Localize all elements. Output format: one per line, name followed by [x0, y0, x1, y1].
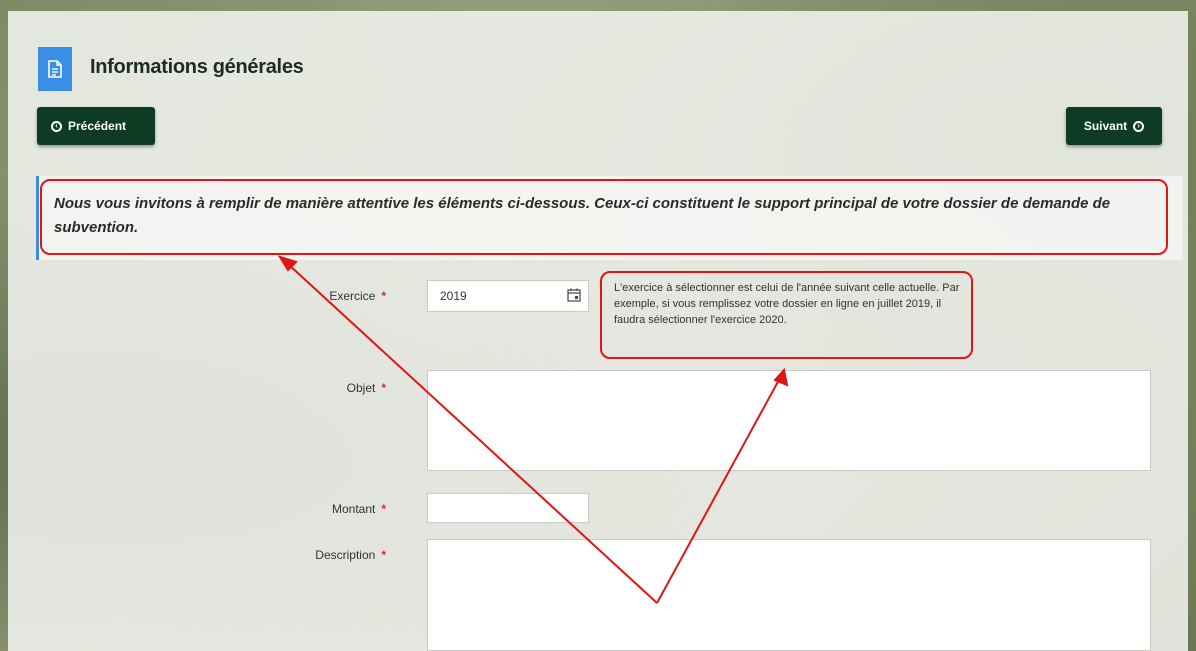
- next-button[interactable]: Suivant ›: [1066, 107, 1162, 145]
- description-textarea[interactable]: [427, 539, 1151, 651]
- objet-label: Objet *: [266, 381, 386, 395]
- previous-button-label: Précédent: [68, 119, 127, 133]
- objet-label-text: Objet: [346, 381, 376, 395]
- montant-input[interactable]: [427, 493, 589, 523]
- montant-label: Montant *: [266, 502, 386, 516]
- description-label-text: Description: [315, 548, 376, 562]
- required-marker: *: [381, 289, 386, 303]
- exercice-field[interactable]: 2019: [427, 280, 589, 312]
- objet-textarea[interactable]: [427, 370, 1151, 471]
- annotation-highlight-intro: [40, 179, 1168, 255]
- required-marker: *: [381, 502, 386, 516]
- arrow-circle-left-icon: ‹: [51, 120, 62, 132]
- arrow-circle-right-icon: ›: [1133, 120, 1145, 132]
- page-title: Informations générales: [90, 56, 304, 78]
- next-button-label: Suivant: [1083, 119, 1128, 133]
- montant-label-text: Montant: [331, 502, 376, 516]
- calendar-icon[interactable]: [567, 288, 581, 302]
- exercice-value: 2019: [440, 289, 467, 303]
- document-icon: [38, 47, 72, 91]
- required-marker: *: [381, 381, 386, 395]
- previous-button[interactable]: ‹ Précédent: [37, 107, 155, 145]
- annotation-highlight-exercice-hint: [600, 271, 973, 359]
- exercice-label-text: Exercice: [329, 289, 376, 303]
- required-marker: *: [381, 548, 386, 562]
- description-label: Description *: [266, 548, 386, 562]
- exercice-label: Exercice *: [266, 289, 386, 303]
